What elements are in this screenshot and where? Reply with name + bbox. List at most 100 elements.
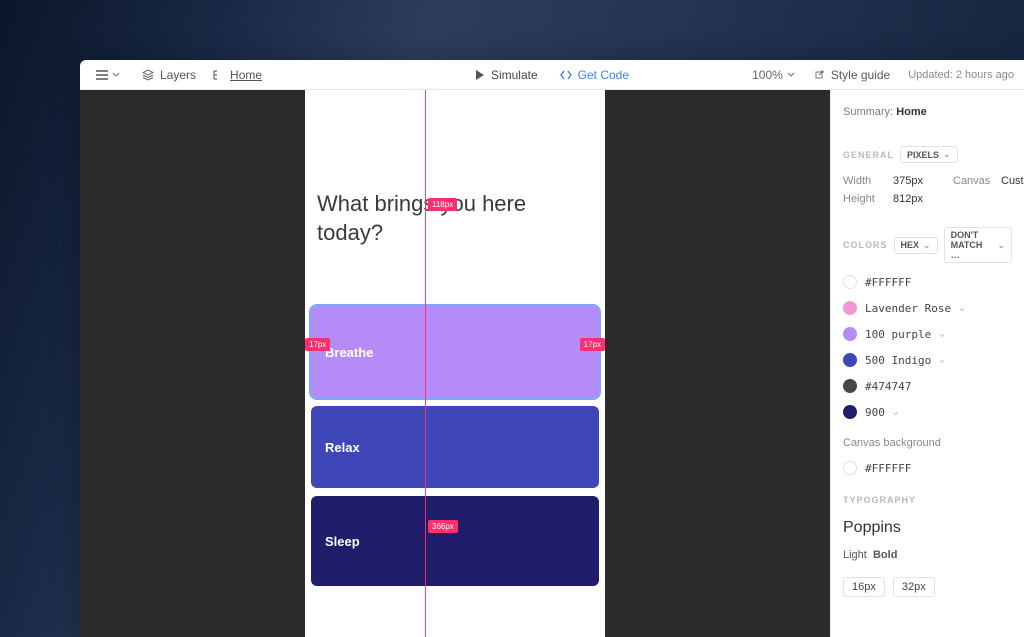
play-icon [475,70,485,80]
typography-label: TYPOGRAPHY [843,495,916,505]
swatch-icon [843,379,857,393]
measure-label-bottom: 366px [428,520,458,533]
height-key: Height [843,193,893,205]
simulate-button[interactable]: Simulate [475,68,538,82]
top-toolbar: Layers Home Simulate Get Code 100% [80,60,1024,90]
hamburger-icon [96,70,108,80]
menu-button[interactable] [90,68,126,82]
canvas-key: Canvas [953,175,1001,187]
style-guide-label: Style guide [831,68,890,82]
canvas-bg-label: Canvas background [843,437,1012,449]
swatch-icon [843,301,857,315]
dimensions-grid: Width 375px Canvas Custom Height 812px [843,175,1012,205]
font-weights: Light Bold [843,549,1012,561]
updated-label: Updated: 2 hours ago [908,69,1014,81]
color-name: 500 Indigo [865,354,931,367]
chevron-down-icon: ⌄ [959,303,964,313]
card-sleep[interactable]: Sleep [311,496,599,586]
breadcrumb-home-label: Home [230,68,262,82]
font-name: Poppins [843,519,1012,537]
size-chip-32[interactable]: 32px [893,577,935,597]
chevron-down-icon [112,72,120,78]
layers-button[interactable]: Layers [142,68,196,82]
canvas-bg-row[interactable]: #FFFFFF [843,461,1012,475]
toolbar-left: Layers Home [90,68,262,82]
artboard[interactable]: 118px 17px 17px 366px What brings you he… [305,90,605,637]
general-label: GENERAL [843,150,894,160]
color-row-gray[interactable]: #474747 [843,379,1012,393]
app-window: Layers Home Simulate Get Code 100% [80,60,1024,637]
color-row-purple[interactable]: 100 purple ⌄ [843,327,1012,341]
center-guide-line [425,90,426,637]
swatch-icon [843,405,857,419]
measure-label-left: 17px [305,338,330,351]
chevron-down-icon: ⌄ [893,407,898,417]
height-value: 812px [893,193,953,205]
canvas-bg-value: #FFFFFF [865,462,911,475]
layers-label: Layers [160,68,196,82]
get-code-button[interactable]: Get Code [560,68,629,82]
width-value: 375px [893,175,953,187]
color-row-lavender[interactable]: Lavender Rose ⌄ [843,301,1012,315]
get-code-label: Get Code [578,68,629,82]
summary-row: Summary: Home [843,106,1012,118]
color-name: Lavender Rose [865,302,951,315]
code-icon [560,70,572,80]
card-label: Sleep [325,534,360,549]
color-row-indigo[interactable]: 500 Indigo ⌄ [843,353,1012,367]
swatch-icon [843,353,857,367]
swatch-icon [843,275,857,289]
color-row-white[interactable]: #FFFFFF [843,275,1012,289]
swatch-icon [843,327,857,341]
simulate-label: Simulate [491,68,538,82]
colors-label: COLORS [843,240,888,250]
section-typography: TYPOGRAPHY [843,495,1012,505]
breadcrumb-home[interactable]: Home [212,68,262,82]
chevron-down-icon: ⌄ [997,240,1005,251]
section-general: GENERAL PIXELS ⌄ [843,146,1012,163]
measure-label-top: 118px [428,198,457,211]
match-label: DON'T MATCH … [951,230,994,260]
canvas-value: Custom [1001,175,1024,187]
color-name: 900 [865,406,885,419]
units-select[interactable]: PIXELS ⌄ [900,146,958,163]
external-link-icon [813,69,825,81]
zoom-select[interactable]: 100% [752,68,795,82]
color-name: #474747 [865,380,911,393]
chevron-down-icon: ⌄ [939,355,944,365]
color-name: 100 purple [865,328,931,341]
inspector-panel: Summary: Home GENERAL PIXELS ⌄ Width 375… [830,90,1024,637]
canvas-margin-right [605,90,830,637]
card-breathe[interactable]: Breathe [311,306,599,398]
chevron-down-icon: ⌄ [923,240,931,251]
toolbar-center: Simulate Get Code [475,68,629,82]
width-key: Width [843,175,893,187]
layers-icon [142,69,154,81]
color-row-navy[interactable]: 900 ⌄ [843,405,1012,419]
size-chip-16[interactable]: 16px [843,577,885,597]
color-name: #FFFFFF [865,276,911,289]
style-guide-button[interactable]: Style guide [813,68,890,82]
hex-label: HEX [901,240,920,250]
canvas-area[interactable]: 118px 17px 17px 366px What brings you he… [80,90,830,637]
card-label: Breathe [325,345,373,360]
section-colors: COLORS HEX ⌄ DON'T MATCH … ⌄ [843,227,1012,263]
canvas-margin-left [80,90,305,637]
app-body: 118px 17px 17px 366px What brings you he… [80,90,1024,637]
size-chips: 16px 32px [843,577,1012,597]
summary-prefix: Summary: [843,106,893,118]
weight-bold: Bold [873,549,897,561]
card-relax[interactable]: Relax [311,406,599,488]
chevron-down-icon [787,72,795,78]
color-format-select[interactable]: HEX ⌄ [894,237,938,254]
tree-icon [212,69,224,81]
chevron-down-icon: ⌄ [939,329,944,339]
measure-label-right: 17px [580,338,605,351]
swatch-icon [843,461,857,475]
units-label: PIXELS [907,150,939,160]
toolbar-right: 100% Style guide Updated: 2 hours ago [752,68,1014,82]
card-label: Relax [325,440,360,455]
summary-value: Home [896,106,927,118]
match-select[interactable]: DON'T MATCH … ⌄ [944,227,1012,263]
artboard-inner: 118px 17px 17px 366px What brings you he… [305,90,605,637]
